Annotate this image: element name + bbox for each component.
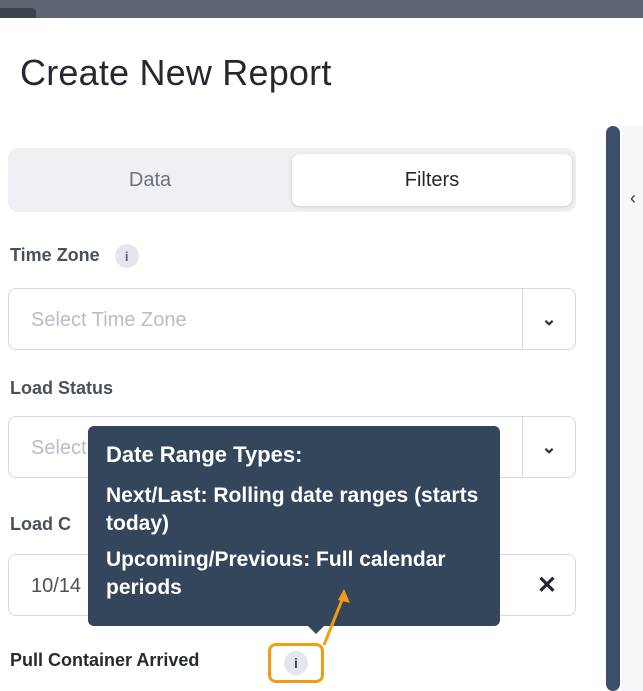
load-date-value: 10/14 xyxy=(31,575,82,597)
dialog-title: Create New Report xyxy=(20,52,332,93)
load-date-label: Load C xyxy=(10,514,71,534)
top-bar-tab xyxy=(0,8,36,18)
time-zone-placeholder: Select Time Zone xyxy=(31,309,187,331)
tab-data[interactable]: Data xyxy=(12,154,288,206)
load-status-label: Load Status xyxy=(10,378,114,398)
tooltip-line: Upcoming/Previous: Full calendar periods xyxy=(106,546,482,602)
time-zone-select[interactable]: Select Time Zone ⌄ xyxy=(8,288,576,350)
panel-divider[interactable] xyxy=(606,126,620,691)
info-icon[interactable]: i xyxy=(114,244,139,268)
chevron-down-icon[interactable]: ⌄ xyxy=(523,417,575,477)
tooltip-key: Upcoming/Previous: xyxy=(106,548,311,571)
tooltip-key: Next/Last: xyxy=(106,484,208,507)
tab-filters[interactable]: Filters xyxy=(292,154,572,206)
right-panel: ‹ xyxy=(622,126,643,691)
chevron-down-icon[interactable]: ⌄ xyxy=(523,289,575,349)
load-status-placeholder: Select xyxy=(31,437,87,459)
top-bar xyxy=(0,0,643,18)
annotation-arrow-icon xyxy=(322,589,350,646)
tooltip-title: Date Range Types: xyxy=(106,442,303,467)
time-zone-label: Time Zone i xyxy=(10,244,139,268)
date-range-tooltip: Date Range Types: Next/Last: Rolling dat… xyxy=(88,426,500,626)
time-zone-label-text: Time Zone xyxy=(10,244,100,265)
chevron-left-icon[interactable]: ‹ xyxy=(630,188,636,209)
close-icon[interactable]: ✕ xyxy=(537,571,557,600)
tooltip-line: Next/Last: Rolling date ranges (starts t… xyxy=(106,482,482,538)
tab-switcher: Data Filters xyxy=(8,148,576,212)
pull-container-label: Pull Container Arrived xyxy=(10,650,200,670)
